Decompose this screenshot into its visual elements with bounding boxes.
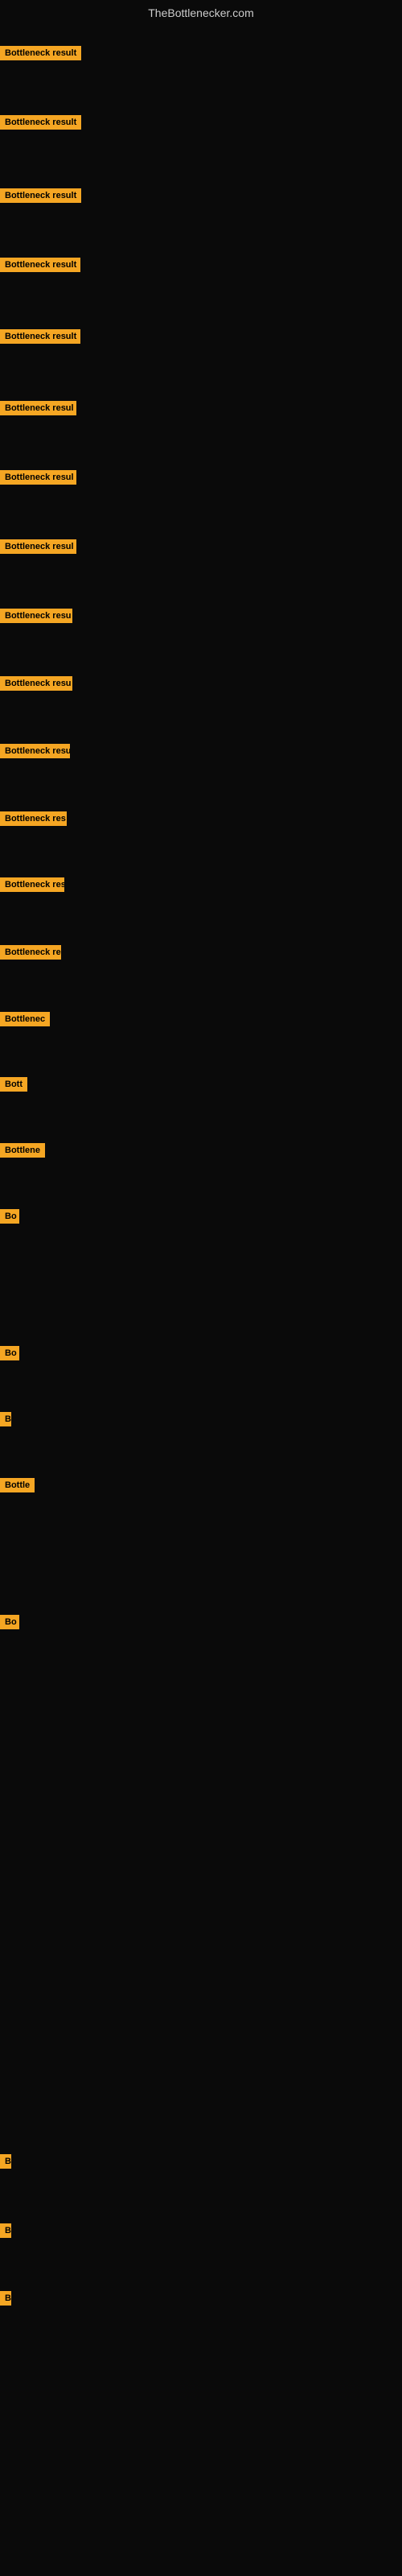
bottleneck-result-button-24[interactable]: B: [0, 2223, 11, 2238]
bottleneck-result-button-20[interactable]: B: [0, 1412, 11, 1426]
bottleneck-result-button-6[interactable]: Bottleneck resul: [0, 401, 76, 415]
bottleneck-result-button-10[interactable]: Bottleneck resu: [0, 676, 72, 691]
chart-area: TheBottlenecker.com Bottleneck result Bot…: [0, 0, 402, 2576]
bottleneck-result-button-5[interactable]: Bottleneck result: [0, 329, 80, 344]
bottleneck-result-button-12[interactable]: Bottleneck res: [0, 811, 67, 826]
bottleneck-result-button-18[interactable]: Bo: [0, 1209, 19, 1224]
bottleneck-result-button-1[interactable]: Bottleneck result: [0, 46, 81, 60]
bottleneck-result-button-9[interactable]: Bottleneck resu: [0, 609, 72, 623]
bottleneck-result-button-25[interactable]: B: [0, 2291, 11, 2306]
bottleneck-result-button-4[interactable]: Bottleneck result: [0, 258, 80, 272]
site-title: TheBottlenecker.com: [0, 0, 402, 26]
bottleneck-result-button-15[interactable]: Bottlenec: [0, 1012, 50, 1026]
bottleneck-result-button-16[interactable]: Bott: [0, 1077, 27, 1092]
bottleneck-result-button-14[interactable]: Bottleneck re: [0, 945, 61, 960]
bottleneck-result-button-21[interactable]: Bottle: [0, 1478, 35, 1492]
bottleneck-result-button-7[interactable]: Bottleneck resul: [0, 470, 76, 485]
bottleneck-result-button-8[interactable]: Bottleneck resul: [0, 539, 76, 554]
bottleneck-result-button-3[interactable]: Bottleneck result: [0, 188, 81, 203]
bottleneck-result-button-19[interactable]: Bo: [0, 1346, 19, 1360]
bottleneck-result-button-11[interactable]: Bottleneck resu: [0, 744, 70, 758]
bottleneck-result-button-23[interactable]: B: [0, 2154, 11, 2169]
bottleneck-result-button-17[interactable]: Bottlene: [0, 1143, 45, 1158]
bottleneck-result-button-2[interactable]: Bottleneck result: [0, 115, 81, 130]
bottleneck-result-button-22[interactable]: Bo: [0, 1615, 19, 1629]
bottleneck-result-button-13[interactable]: Bottleneck res: [0, 877, 64, 892]
